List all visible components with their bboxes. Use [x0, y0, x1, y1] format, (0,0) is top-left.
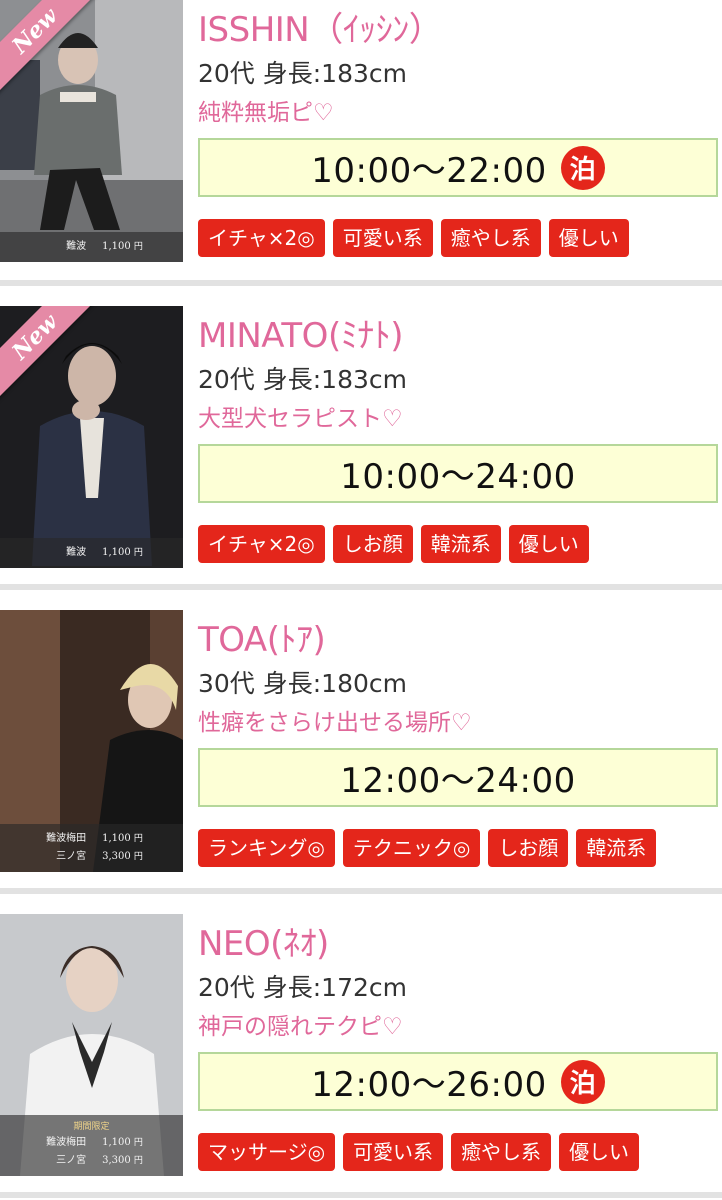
price-value: 1,100 — [102, 547, 131, 558]
schedule-time: 12:00〜26:00 — [311, 1065, 547, 1105]
cast-name[interactable]: ISSHIN（ｲｯｼﾝ） — [198, 8, 720, 52]
cast-card-3[interactable]: 難波梅田 1,100 円三ノ宮 3,300 円 TOA(ﾄｱ) 30代 身長:180… — [0, 590, 722, 894]
tag-badge[interactable]: イチャ×2◎ — [198, 219, 325, 257]
price-value: 1,100 — [102, 833, 131, 844]
price-box: 期間限定 難波梅田 1,100 円三ノ宮 3,300 円 — [0, 1115, 183, 1176]
tag-badge[interactable]: 癒やし系 — [440, 219, 541, 257]
price-area: 難波 — [66, 547, 87, 558]
price-value: 3,300 — [102, 1155, 131, 1166]
price-row: 難波 1,100 円 — [0, 238, 183, 256]
price-row: 難波 1,100 円 — [0, 544, 183, 562]
tag-badge[interactable]: しお顔 — [332, 525, 413, 563]
price-unit: 円 — [133, 242, 143, 252]
price-value: 3,300 — [102, 851, 131, 862]
price-unit: 円 — [133, 852, 143, 862]
limited-label: 期間限定 — [73, 1122, 110, 1132]
cast-info: TOA(ﾄｱ) 30代 身長:180cm 性癖をさらけ出せる場所♡ 12:00〜… — [198, 610, 720, 867]
tag-badge[interactable]: 癒やし系 — [451, 1133, 552, 1171]
cast-catchphrase: 大型犬セラピスト♡ — [198, 406, 403, 432]
tag-list: マッサージ◎ 可愛い系 癒やし系 優しい — [198, 1133, 720, 1171]
tag-badge[interactable]: 可愛い系 — [332, 219, 433, 257]
price-unit: 円 — [133, 1138, 143, 1148]
cast-photo[interactable]: 期間限定 難波梅田 1,100 円三ノ宮 3,300 円 — [0, 914, 183, 1176]
price-area: 三ノ宮 — [56, 1155, 87, 1166]
tag-badge[interactable]: イチャ×2◎ — [198, 525, 325, 563]
cast-stats: 20代 身長:183cm — [198, 365, 407, 394]
cast-catchphrase: 性癖をさらけ出せる場所♡ — [198, 710, 472, 736]
cast-card-4[interactable]: 期間限定 難波梅田 1,100 円三ノ宮 3,300 円 NEO(ﾈｵ) 20代 身… — [0, 894, 722, 1198]
cast-name[interactable]: MINATO(ﾐﾅﾄ) — [198, 314, 720, 358]
price-value: 1,100 — [102, 241, 131, 252]
cast-card-2[interactable]: New 難波 1,100 円 MINATO(ﾐﾅﾄ) 20代 身長:183cm 大… — [0, 286, 722, 590]
cast-card-1[interactable]: New 難波 1,100 円 ISSHIN（ｲｯｼﾝ） 20代 身長:183cm … — [0, 0, 722, 286]
tag-badge[interactable]: 韓流系 — [420, 525, 501, 563]
price-unit: 円 — [133, 548, 143, 558]
cast-list: New 難波 1,100 円 ISSHIN（ｲｯｼﾝ） 20代 身長:183cm … — [0, 0, 722, 1198]
cast-info: MINATO(ﾐﾅﾄ) 20代 身長:183cm 大型犬セラピスト♡ 10:00… — [198, 306, 720, 563]
tag-list: ランキング◎ テクニック◎ しお顔 韓流系 — [198, 829, 720, 867]
stay-badge: 泊 — [560, 145, 605, 190]
cast-name[interactable]: NEO(ﾈｵ) — [198, 922, 720, 966]
price-unit: 円 — [133, 1156, 143, 1166]
cast-photo[interactable]: 難波梅田 1,100 円三ノ宮 3,300 円 — [0, 610, 183, 872]
tag-badge[interactable]: 優しい — [508, 525, 589, 563]
tag-list: イチャ×2◎ しお顔 韓流系 優しい — [198, 525, 720, 563]
stay-badge: 泊 — [560, 1059, 605, 1104]
tag-badge[interactable]: 優しい — [548, 219, 629, 257]
cast-photo[interactable]: New 難波 1,100 円 — [0, 306, 183, 568]
tag-badge[interactable]: 可愛い系 — [343, 1133, 444, 1171]
price-box: 難波 1,100 円 — [0, 538, 183, 568]
tag-badge[interactable]: しお顔 — [488, 829, 569, 867]
tag-badge[interactable]: ランキング◎ — [198, 829, 335, 867]
tag-list: イチャ×2◎ 可愛い系 癒やし系 優しい — [198, 219, 720, 257]
cast-info: NEO(ﾈｵ) 20代 身長:172cm 神戸の隠れテクピ♡ 12:00〜26:… — [198, 914, 720, 1171]
cast-stats: 20代 身長:172cm — [198, 973, 407, 1002]
price-area: 三ノ宮 — [56, 851, 87, 862]
cast-stats: 30代 身長:180cm — [198, 669, 407, 698]
price-row: 難波梅田 1,100 円 — [0, 830, 183, 848]
schedule-box: 12:00〜26:00 泊 — [198, 1052, 718, 1111]
tag-badge[interactable]: マッサージ◎ — [198, 1133, 336, 1171]
schedule-time: 10:00〜22:00 — [311, 151, 547, 191]
tag-badge[interactable]: テクニック◎ — [342, 829, 481, 867]
price-area: 難波 — [66, 241, 87, 252]
cast-catchphrase: 神戸の隠れテクピ♡ — [198, 1014, 403, 1040]
price-row: 難波梅田 1,100 円 — [0, 1134, 183, 1152]
price-area: 難波梅田 — [46, 833, 87, 844]
price-area: 難波梅田 — [46, 1137, 87, 1148]
tag-badge[interactable]: 韓流系 — [576, 829, 657, 867]
price-box: 難波 1,100 円 — [0, 232, 183, 262]
price-row: 三ノ宮 3,300 円 — [0, 1152, 183, 1170]
schedule-time: 12:00〜24:00 — [340, 761, 576, 801]
cast-photo[interactable]: New 難波 1,100 円 — [0, 0, 183, 262]
price-row: 三ノ宮 3,300 円 — [0, 848, 183, 866]
price-box: 難波梅田 1,100 円三ノ宮 3,300 円 — [0, 824, 183, 872]
cast-catchphrase: 純粋無垢ピ♡ — [198, 100, 334, 126]
cast-stats: 20代 身長:183cm — [198, 59, 407, 88]
schedule-box: 12:00〜24:00 — [198, 748, 718, 807]
tag-badge[interactable]: 優しい — [559, 1133, 640, 1171]
cast-info: ISSHIN（ｲｯｼﾝ） 20代 身長:183cm 純粋無垢ピ♡ 10:00〜2… — [198, 0, 720, 257]
cast-name[interactable]: TOA(ﾄｱ) — [198, 618, 720, 662]
schedule-box: 10:00〜22:00 泊 — [198, 138, 718, 197]
schedule-box: 10:00〜24:00 — [198, 444, 718, 503]
schedule-time: 10:00〜24:00 — [340, 457, 576, 497]
price-value: 1,100 — [102, 1137, 131, 1148]
price-unit: 円 — [133, 834, 143, 844]
